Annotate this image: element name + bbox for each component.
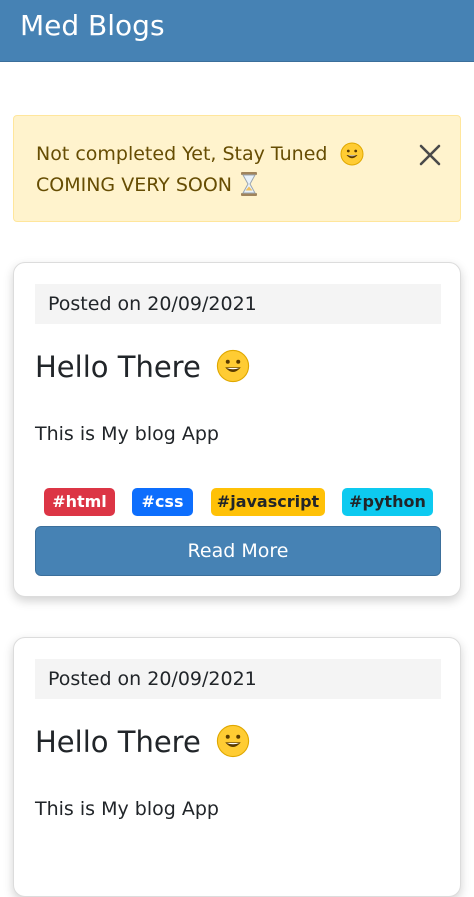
- tag-javascript[interactable]: #javascript: [211, 488, 325, 516]
- post-body: This is My blog App: [35, 798, 219, 820]
- grinning-face-icon: [216, 724, 250, 758]
- brand-title[interactable]: Med Blogs: [20, 8, 165, 44]
- posted-date: Posted on 20/09/2021: [35, 659, 441, 699]
- blog-card: Posted on 20/09/2021 Hello There This is…: [13, 637, 461, 897]
- blog-card: Posted on 20/09/2021 Hello There This is…: [13, 262, 461, 597]
- close-icon[interactable]: [417, 142, 443, 168]
- alert-message-line2: COMING VERY SOON: [36, 171, 258, 199]
- grinning-face-icon: [216, 349, 250, 383]
- posted-date: Posted on 20/09/2021: [35, 284, 441, 324]
- alert-message-line1: Not completed Yet, Stay Tuned: [36, 140, 364, 168]
- alert-text-2: COMING VERY SOON: [36, 174, 233, 196]
- navbar: Med Blogs: [0, 0, 474, 62]
- post-body: This is My blog App: [35, 423, 219, 445]
- post-title-text: Hello There: [35, 350, 201, 384]
- alert-text-1: Not completed Yet, Stay Tuned: [36, 143, 328, 165]
- tag-python[interactable]: #python: [342, 488, 433, 516]
- read-more-button[interactable]: Read More: [35, 526, 441, 576]
- tag-list: #html #css #javascript #python: [14, 488, 462, 516]
- tag-html[interactable]: #html: [44, 488, 115, 516]
- grinning-face-icon: [340, 142, 364, 166]
- post-title: Hello There: [35, 347, 250, 387]
- coming-soon-alert: Not completed Yet, Stay Tuned COMING VER…: [13, 115, 461, 222]
- post-title-text: Hello There: [35, 725, 201, 759]
- tag-css[interactable]: #css: [132, 488, 193, 516]
- hourglass-icon: [241, 172, 258, 196]
- post-title: Hello There: [35, 722, 250, 762]
